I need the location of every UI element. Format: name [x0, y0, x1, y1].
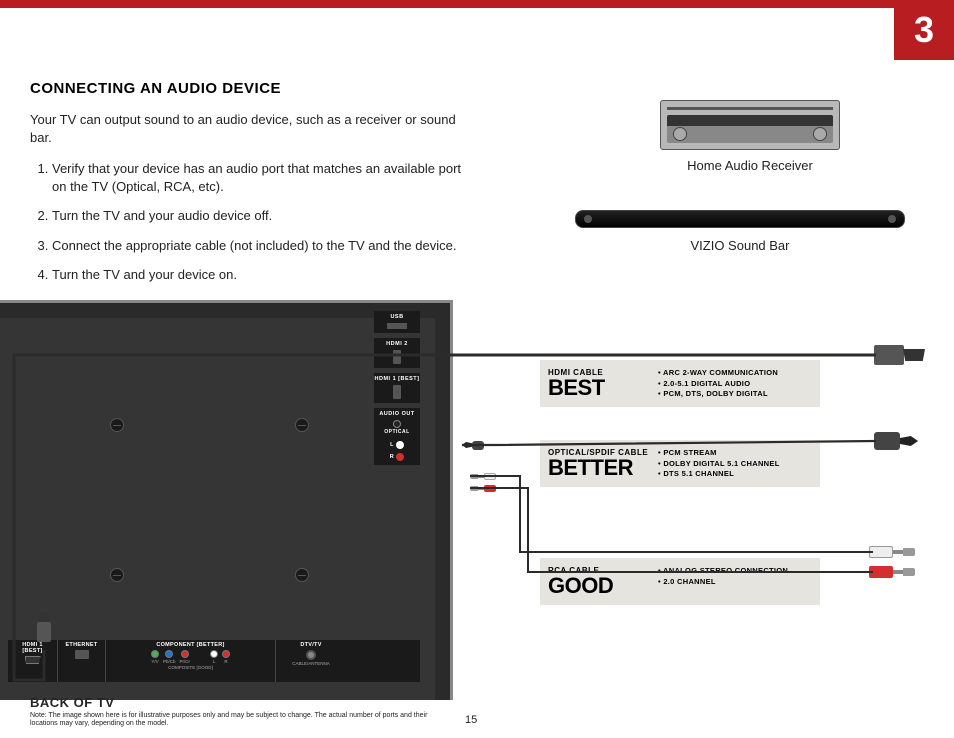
dtv-port: DTV/TV CABLE/ANTENNA	[276, 640, 346, 682]
soundbar-figure: VIZIO Sound Bar	[570, 210, 910, 253]
cable-box-better: OPTICAL/SPDIF CABLE BETTER • PCM STREAM …	[540, 440, 820, 487]
cable-box-good: RCA CABLE GOOD • ANALOG STEREO CONNECTIO…	[540, 558, 820, 605]
bottom-port-bar: HDMI 1 [BEST] ETHERNET COMPONENT [BETTER…	[8, 640, 420, 682]
feature-item: 2.0 CHANNEL	[663, 577, 715, 586]
cable-rating: BEST	[548, 375, 658, 401]
content-column: CONNECTING AN AUDIO DEVICE Your TV can o…	[30, 80, 470, 296]
port-label: ETHERNET	[65, 642, 97, 648]
step-item: Connect the appropriate cable (not inclu…	[52, 237, 470, 255]
feature-item: 2.0-5.1 DIGITAL AUDIO	[663, 379, 750, 388]
ethernet-port: ETHERNET	[58, 640, 106, 682]
hdmi-plug-icon	[874, 344, 929, 366]
feature-item: DTS 5.1 CHANNEL	[663, 469, 734, 478]
section-intro: Your TV can output sound to an audio dev…	[30, 111, 470, 146]
optical-plug-small-icon	[462, 440, 488, 450]
screw-icon	[110, 418, 124, 432]
feature-item: ANALOG STEREO CONNECTION	[663, 566, 788, 575]
soundbar-icon	[575, 210, 905, 228]
port-sublabel: Y/V	[151, 659, 158, 664]
back-of-tv-label: BACK OF TV	[30, 695, 114, 710]
vertical-port-cluster: USB HDMI 2 HDMI 1 [BEST] AUDIO OUT OPTIC…	[374, 311, 420, 470]
port-sublabel: Pb/Cb	[163, 659, 176, 664]
port-sublabel: R	[224, 659, 227, 664]
port-label: OPTICAL	[384, 429, 409, 435]
cable-rating: BETTER	[548, 455, 658, 481]
receiver-label: Home Audio Receiver	[640, 158, 860, 173]
port-label: COMPONENT [BETTER]	[156, 642, 224, 648]
optical-plug-icon	[874, 430, 929, 452]
audio-out-section: AUDIO OUT OPTICAL L R	[374, 408, 420, 465]
port-label: R	[390, 454, 394, 460]
port-label: L	[390, 442, 394, 448]
footer-note: Note: The image shown here is for illust…	[30, 712, 450, 729]
cable-box-best: HDMI CABLE BEST • ARC 2-WAY COMMUNICATIO…	[540, 360, 820, 407]
cable-features: • PCM STREAM • DOLBY DIGITAL 5.1 CHANNEL…	[658, 448, 780, 480]
rca-plug-small-white-icon	[470, 472, 500, 480]
port-sublabel: L	[213, 659, 216, 664]
receiver-figure: Home Audio Receiver	[640, 100, 860, 173]
page-number-footer: 15	[465, 714, 477, 726]
port-label: AUDIO OUT	[379, 411, 414, 417]
step-item: Turn the TV and your device on.	[52, 266, 470, 284]
port-label: DTV/TV	[300, 642, 321, 648]
hdmi-plug-icon	[36, 612, 52, 652]
port-label: HDMI 1 [BEST]	[375, 376, 420, 382]
step-item: Verify that your device has an audio por…	[52, 160, 470, 195]
hdmi2-port: HDMI 2	[374, 338, 420, 368]
feature-item: ARC 2-WAY COMMUNICATION	[663, 368, 778, 377]
rca-l-port	[396, 441, 404, 449]
feature-item: PCM STREAM	[663, 448, 716, 457]
rca-plug-white-icon	[869, 545, 929, 559]
cable-features: • ANALOG STEREO CONNECTION • 2.0 CHANNEL	[658, 566, 788, 587]
step-list: Verify that your device has an audio por…	[30, 160, 470, 284]
component-ports: COMPONENT [BETTER] Y/V Pb/Cb Pr/Cr L R C…	[106, 640, 276, 682]
tv-back-panel: USB HDMI 2 HDMI 1 [BEST] AUDIO OUT OPTIC…	[0, 300, 453, 700]
receiver-icon	[660, 100, 840, 150]
port-sublabel: Pr/Cr	[180, 659, 191, 664]
soundbar-label: VIZIO Sound Bar	[570, 238, 910, 253]
step-item: Turn the TV and your audio device off.	[52, 207, 470, 225]
feature-item: PCM, DTS, DOLBY DIGITAL	[663, 389, 768, 398]
usb-port: USB	[374, 311, 420, 333]
optical-out-port	[393, 420, 401, 428]
port-sublabel: COMPOSITE [GOOD]	[168, 665, 213, 670]
rca-plug-red-icon	[869, 565, 929, 579]
rca-r-port	[396, 453, 404, 461]
cable-features: • ARC 2-WAY COMMUNICATION • 2.0-5.1 DIGI…	[658, 368, 778, 400]
section-title: CONNECTING AN AUDIO DEVICE	[30, 80, 470, 97]
rca-plug-small-red-icon	[470, 484, 500, 492]
screw-icon	[295, 418, 309, 432]
port-label: USB	[390, 314, 403, 320]
chapter-number: 3	[894, 0, 954, 60]
cable-rating: GOOD	[548, 573, 658, 599]
hdmi1-port: HDMI 1 [BEST]	[374, 373, 420, 403]
screw-icon	[295, 568, 309, 582]
port-sublabel: CABLE/ANTENNA	[292, 661, 330, 666]
header-red-bar	[0, 0, 954, 8]
screw-icon	[110, 568, 124, 582]
port-label: HDMI 2	[386, 341, 408, 347]
feature-item: DOLBY DIGITAL 5.1 CHANNEL	[663, 459, 779, 468]
